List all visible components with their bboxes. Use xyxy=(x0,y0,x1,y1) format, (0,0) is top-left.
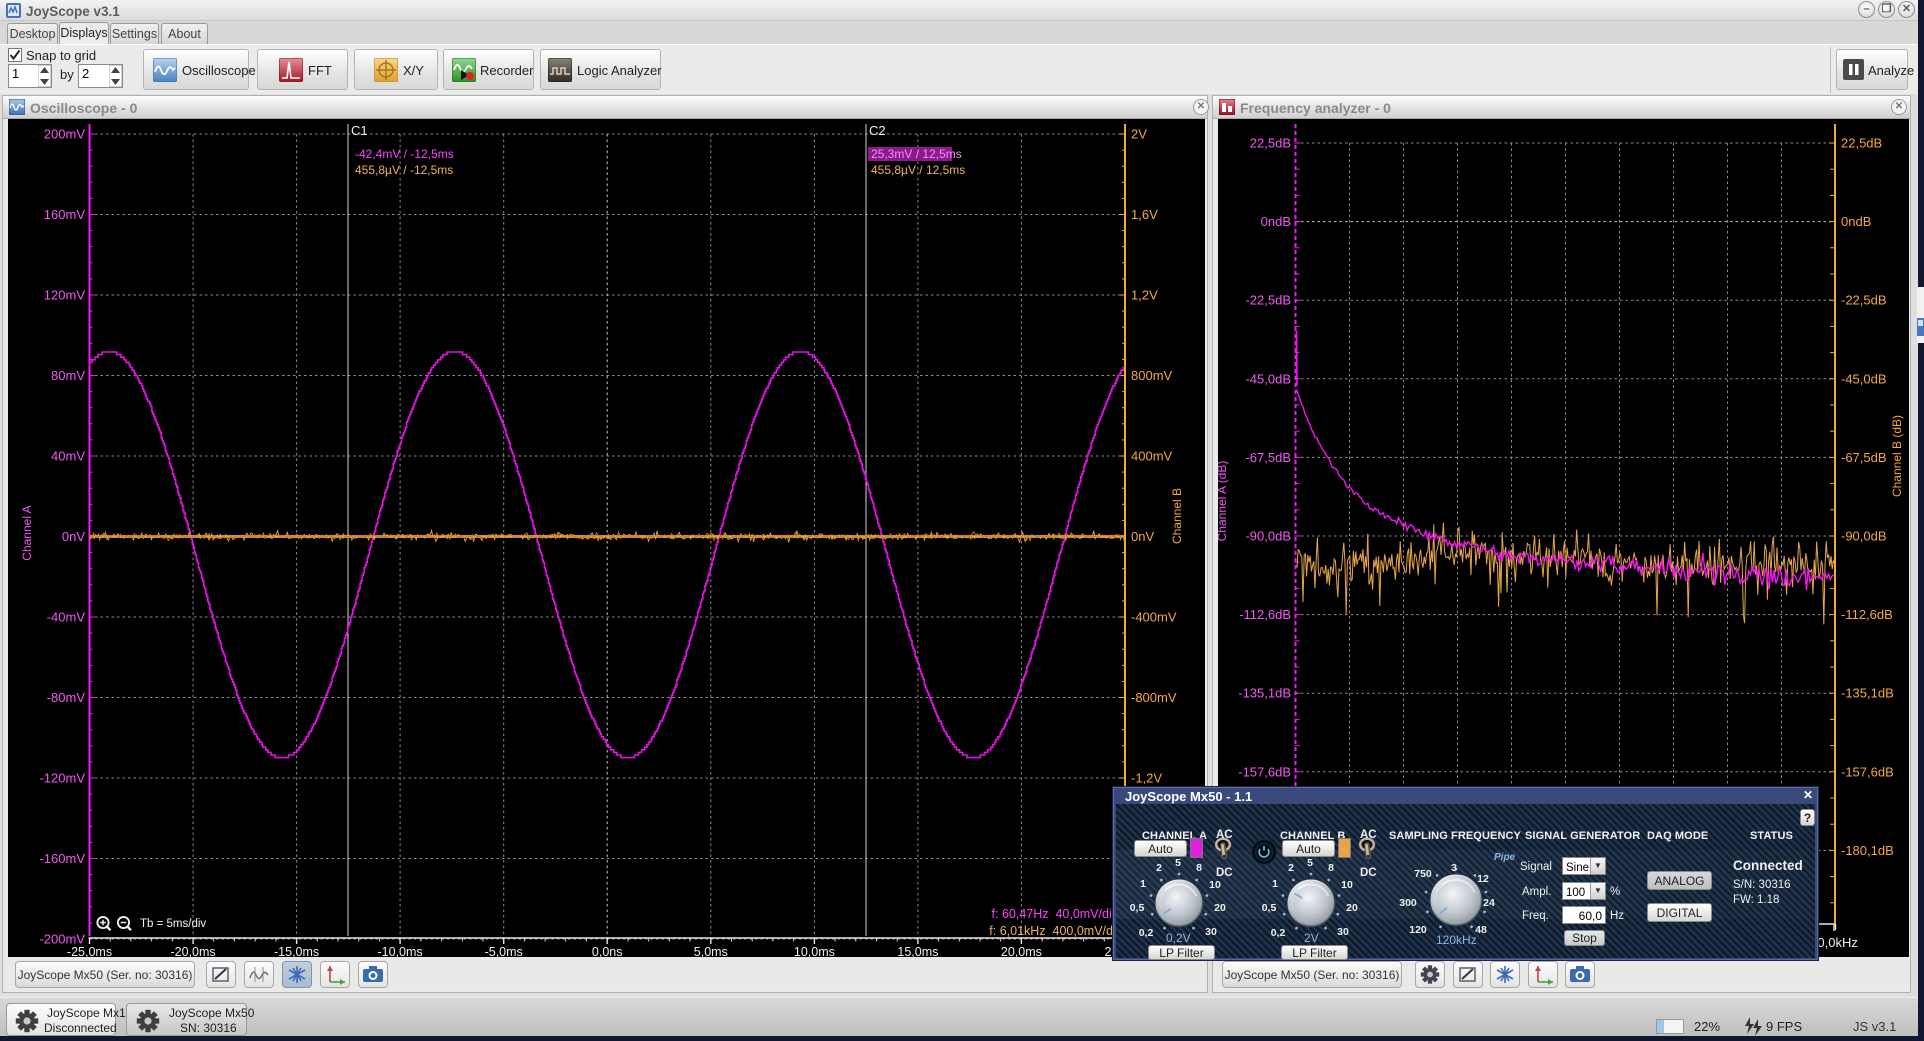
svg-text:2: 2 xyxy=(1288,862,1294,874)
svg-text:455,8µV / 12,5ms: 455,8µV / 12,5ms xyxy=(871,163,965,177)
svg-text:-45,0dB: -45,0dB xyxy=(1245,371,1291,386)
svg-text:Channel A: Channel A xyxy=(20,505,34,560)
svg-text:-80mV: -80mV xyxy=(47,690,86,705)
svg-text:24: 24 xyxy=(1483,897,1495,909)
svg-text:8: 8 xyxy=(1196,862,1202,874)
svg-text:-1,2V: -1,2V xyxy=(1131,771,1162,786)
svg-text:Tb = 5ms/div: Tb = 5ms/div xyxy=(140,918,206,930)
svg-text:48: 48 xyxy=(1475,924,1487,936)
svg-text:1: 1 xyxy=(1272,878,1278,890)
svg-text:-157,6dB: -157,6dB xyxy=(1238,764,1291,779)
svg-text:200mV: 200mV xyxy=(44,127,86,142)
svg-text:-200mV: -200mV xyxy=(39,932,85,947)
svg-text:-112,6dB: -112,6dB xyxy=(1239,607,1291,622)
svg-text:1: 1 xyxy=(1140,878,1146,890)
svg-text:-45,0dB: -45,0dB xyxy=(1841,371,1887,386)
svg-text:22,5dB: 22,5dB xyxy=(1250,136,1291,151)
svg-text:0ndB: 0ndB xyxy=(1841,214,1871,229)
svg-text:22,5dB: 22,5dB xyxy=(1841,136,1882,151)
svg-text:C2: C2 xyxy=(869,123,886,138)
svg-text:10: 10 xyxy=(1341,879,1353,891)
svg-text:-90,0dB: -90,0dB xyxy=(1841,529,1887,544)
svg-text:750: 750 xyxy=(1414,868,1432,880)
svg-text:f: 6,01kHz 400,0mV/div: f: 6,01kHz 400,0mV/div xyxy=(989,924,1122,938)
svg-text:0ndB: 0ndB xyxy=(1261,214,1291,229)
svg-text:3: 3 xyxy=(1451,862,1457,874)
svg-text:30: 30 xyxy=(1205,926,1217,938)
svg-text:40mV: 40mV xyxy=(51,449,85,464)
svg-text:-112,6dB: -112,6dB xyxy=(1841,607,1893,622)
svg-text:120mV: 120mV xyxy=(44,288,86,303)
svg-text:2: 2 xyxy=(1156,862,1162,874)
svg-text:400mV: 400mV xyxy=(1131,449,1173,464)
svg-text:-160mV: -160mV xyxy=(39,851,85,866)
svg-text:Channel B (dB): Channel B (dB) xyxy=(1890,415,1904,497)
svg-text:-90,0dB: -90,0dB xyxy=(1245,529,1291,544)
svg-text:8: 8 xyxy=(1328,862,1334,874)
svg-text:10: 10 xyxy=(1209,879,1221,891)
svg-text:0nV: 0nV xyxy=(62,529,85,544)
svg-text:-42,4mV / -12,5ms: -42,4mV / -12,5ms xyxy=(355,147,454,161)
svg-text:30: 30 xyxy=(1337,926,1349,938)
svg-text:20: 20 xyxy=(1346,902,1358,914)
svg-text:-800mV: -800mV xyxy=(1131,690,1177,705)
svg-text:20: 20 xyxy=(1214,902,1226,914)
svg-text:-157,6dB: -157,6dB xyxy=(1841,764,1894,779)
svg-text:Channel A (dB): Channel A (dB) xyxy=(1218,461,1229,542)
svg-text:1,6V: 1,6V xyxy=(1131,207,1158,222)
svg-text:-135,1dB: -135,1dB xyxy=(1238,686,1291,701)
svg-text:80mV: 80mV xyxy=(51,368,85,383)
svg-text:120: 120 xyxy=(1409,924,1427,936)
svg-text:0,2: 0,2 xyxy=(1139,927,1154,939)
svg-text:5: 5 xyxy=(1175,857,1181,869)
svg-text:300: 300 xyxy=(1399,897,1417,909)
svg-text:25,3mV / 12,5ms: 25,3mV / 12,5ms xyxy=(871,147,962,161)
svg-text:-22,5dB: -22,5dB xyxy=(1841,293,1887,308)
svg-text:Channel B: Channel B xyxy=(1170,488,1184,544)
svg-text:160mV: 160mV xyxy=(44,207,86,222)
svg-text:0,5: 0,5 xyxy=(1130,902,1145,914)
svg-text:5: 5 xyxy=(1307,857,1313,869)
svg-text:C1: C1 xyxy=(351,123,368,138)
svg-text:f: 60,47Hz 40,0mV/div: f: 60,47Hz 40,0mV/div xyxy=(992,907,1119,921)
svg-text:12: 12 xyxy=(1477,873,1489,885)
svg-text:0,5: 0,5 xyxy=(1262,902,1277,914)
svg-text:0,2: 0,2 xyxy=(1271,927,1286,939)
svg-text:-67,5dB: -67,5dB xyxy=(1245,450,1291,465)
svg-text:-400mV: -400mV xyxy=(1131,610,1177,625)
svg-text:800mV: 800mV xyxy=(1131,368,1173,383)
svg-text:0nV: 0nV xyxy=(1131,529,1154,544)
svg-text:2V: 2V xyxy=(1131,127,1147,142)
svg-text:-67,5dB: -67,5dB xyxy=(1841,450,1887,465)
svg-text:-135,1dB: -135,1dB xyxy=(1841,686,1894,701)
svg-text:455,8µV / -12,5ms: 455,8µV / -12,5ms xyxy=(355,163,453,177)
svg-text:-22,5dB: -22,5dB xyxy=(1245,293,1291,308)
svg-text:-120mV: -120mV xyxy=(39,771,85,786)
svg-text:1,2V: 1,2V xyxy=(1131,288,1158,303)
svg-text:-40mV: -40mV xyxy=(47,610,86,625)
svg-text:-180,1dB: -180,1dB xyxy=(1841,843,1894,858)
